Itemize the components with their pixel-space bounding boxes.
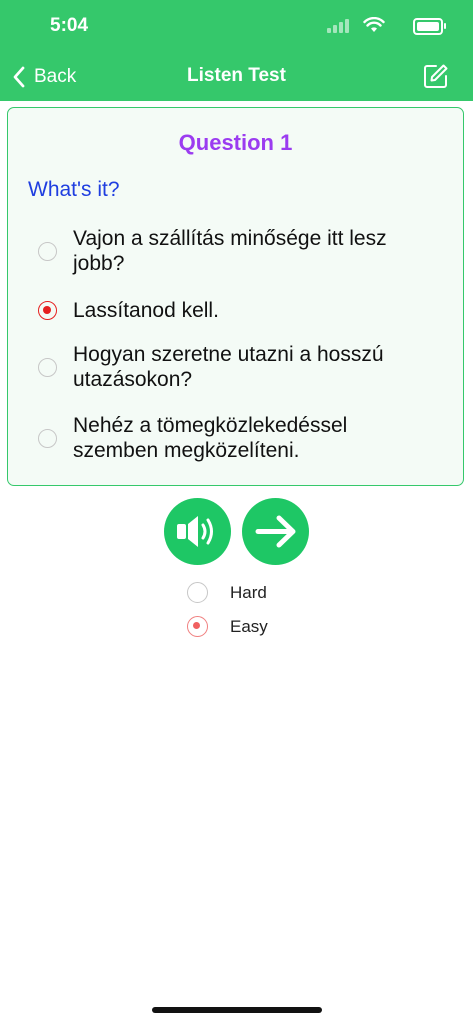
home-indicator xyxy=(152,1007,322,1013)
answer-option-label: Lassítanod kell. xyxy=(73,299,219,322)
radio-unselected-icon[interactable] xyxy=(38,428,57,448)
question-title: Question 1 xyxy=(178,130,293,155)
difficulty-easy[interactable]: Easy xyxy=(187,616,268,637)
edit-icon[interactable] xyxy=(423,63,449,89)
radio-unselected-icon[interactable] xyxy=(187,582,208,603)
radio-selected-icon[interactable] xyxy=(187,616,208,637)
question-prompt: What's it? xyxy=(28,178,120,201)
wifi-icon xyxy=(363,17,385,32)
difficulty-label: Easy xyxy=(230,616,268,636)
cellular-signal-icon xyxy=(327,19,349,33)
arrow-right-icon xyxy=(255,515,296,548)
battery-icon xyxy=(413,18,446,35)
difficulty-hard[interactable]: Hard xyxy=(187,582,267,603)
answer-option-label: Vajon a szállítás minősége itt lesz jobb… xyxy=(73,227,387,275)
question-card: Question 1 What's it? Vajon a szállítás … xyxy=(7,107,464,486)
page-title: Listen Test xyxy=(187,65,286,86)
answer-option[interactable]: Hogyan szeretne utazni a hosszú utazások… xyxy=(38,342,438,392)
answer-option[interactable]: Nehéz a tömegközlekedéssel szemben megkö… xyxy=(38,413,438,463)
answer-option[interactable]: Lassítanod kell. xyxy=(38,298,438,323)
radio-selected-icon[interactable] xyxy=(38,301,57,320)
navigation-bar: 5:04 Back Listen Test xyxy=(0,0,473,101)
radio-unselected-icon[interactable] xyxy=(38,241,57,261)
answer-option[interactable]: Vajon a szállítás minősége itt lesz jobb… xyxy=(38,226,438,276)
answer-option-label: Hogyan szeretne utazni a hosszú utazások… xyxy=(73,343,384,391)
radio-unselected-icon[interactable] xyxy=(38,357,57,377)
play-audio-button[interactable] xyxy=(164,498,231,565)
next-question-button[interactable] xyxy=(242,498,309,565)
status-time: 5:04 xyxy=(50,15,89,36)
speaker-icon xyxy=(177,516,213,547)
difficulty-label: Hard xyxy=(230,582,267,602)
answer-option-label: Nehéz a tömegközlekedéssel szemben megkö… xyxy=(73,414,348,462)
